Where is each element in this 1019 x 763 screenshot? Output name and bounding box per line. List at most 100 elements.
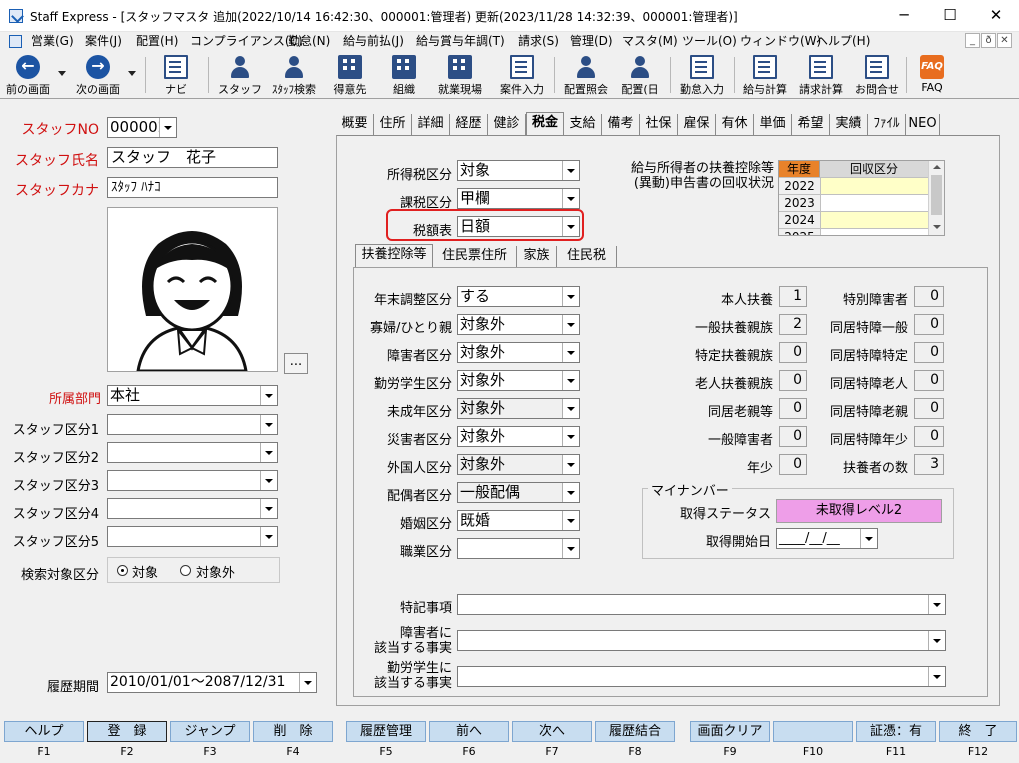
department-combo[interactable]: 本社: [107, 385, 278, 406]
chevron-down-icon[interactable]: [928, 595, 945, 614]
maximize-button[interactable]: ☐: [927, 0, 973, 32]
back-button[interactable]: ← 前の画面: [2, 53, 54, 97]
mynumber-start-date[interactable]: ____/__/__: [776, 528, 878, 549]
navi-button[interactable]: ナビ: [150, 53, 202, 97]
photo-browse-button[interactable]: ...: [284, 353, 308, 374]
faq-button[interactable]: FAQ FAQ: [910, 53, 954, 97]
spouse-combo[interactable]: 一般配偶: [457, 482, 580, 503]
client-button[interactable]: 得意先: [324, 53, 376, 97]
collection-cell[interactable]: [820, 194, 928, 211]
chevron-down-icon[interactable]: [928, 667, 945, 686]
subtab-resident-tax[interactable]: 住民税: [557, 246, 617, 267]
history-period-combo[interactable]: 2010/01/01～2087/12/31: [107, 672, 317, 693]
mdi-restore-button[interactable]: ð: [981, 33, 996, 48]
job-entry-button[interactable]: 案件入力: [494, 53, 550, 97]
chevron-down-icon[interactable]: [562, 539, 579, 558]
menu-assignment[interactable]: 配置(H): [134, 33, 180, 50]
forward-button[interactable]: → 次の画面: [70, 53, 126, 97]
tab-health[interactable]: 健診: [488, 114, 526, 135]
radio-non-target[interactable]: [180, 565, 191, 576]
tab-payment[interactable]: 支給: [564, 114, 602, 135]
tab-details[interactable]: 詳細: [412, 114, 450, 135]
disability-combo[interactable]: 対象外: [457, 342, 580, 363]
chevron-down-icon[interactable]: [159, 118, 176, 137]
scroll-thumb[interactable]: [931, 175, 942, 215]
chevron-down-icon[interactable]: [260, 499, 277, 518]
inquiry-button[interactable]: お問合せ: [850, 53, 904, 97]
tab-files[interactable]: ﾌｧｲﾙ: [868, 114, 906, 135]
chevron-down-icon[interactable]: [562, 161, 579, 180]
collection-cell[interactable]: [820, 211, 928, 228]
tax-class-combo[interactable]: 甲欄: [457, 188, 580, 209]
staff-category-5-combo[interactable]: [107, 526, 278, 547]
scroll-down-icon[interactable]: [933, 225, 941, 229]
collection-cell[interactable]: [820, 177, 928, 194]
close-button[interactable]: ✕: [973, 0, 1019, 32]
menu-attendance[interactable]: 勤怠(N): [286, 33, 332, 50]
f11-voucher-button[interactable]: 証憑：有: [856, 721, 936, 742]
staff-category-3-combo[interactable]: [107, 470, 278, 491]
attendance-entry-button[interactable]: 勤怠入力: [674, 53, 730, 97]
f5-history-button[interactable]: 履歴管理: [346, 721, 426, 742]
staff-category-2-combo[interactable]: [107, 442, 278, 463]
tab-notes[interactable]: 備考: [602, 114, 640, 135]
tab-preference[interactable]: 希望: [792, 114, 830, 135]
f6-previous-button[interactable]: 前へ: [429, 721, 509, 742]
f10-button[interactable]: [773, 721, 853, 742]
chevron-down-icon[interactable]: [260, 443, 277, 462]
tab-paid-leave[interactable]: 有休: [716, 114, 754, 135]
subtab-family[interactable]: 家族: [517, 246, 557, 267]
chevron-down-icon[interactable]: [260, 471, 277, 490]
staff-category-4-combo[interactable]: [107, 498, 278, 519]
chevron-down-icon[interactable]: [260, 527, 277, 546]
billing-button[interactable]: 請求計算: [794, 53, 848, 97]
chevron-down-icon[interactable]: [562, 511, 579, 530]
subtab-registered-address[interactable]: 住民票住所: [433, 246, 517, 267]
staff-no-combo[interactable]: 000002: [107, 117, 177, 138]
menu-payroll[interactable]: 給与賞与年調(T): [414, 33, 507, 50]
workplace-button[interactable]: 就業現場: [432, 53, 488, 97]
tab-overview[interactable]: 概要: [336, 114, 374, 135]
year-end-adjustment-combo[interactable]: する: [457, 286, 580, 307]
chevron-down-icon[interactable]: [299, 673, 316, 692]
f3-jump-button[interactable]: ジャンプ: [170, 721, 250, 742]
chevron-down-icon[interactable]: [260, 386, 277, 405]
tab-results[interactable]: 実績: [830, 114, 868, 135]
staff-name-input[interactable]: スタッフ 花子: [107, 147, 278, 168]
tab-address[interactable]: 住所: [374, 114, 412, 135]
menu-tools[interactable]: ツール(O): [680, 33, 739, 50]
chevron-down-icon[interactable]: [562, 427, 579, 446]
foreigner-combo[interactable]: 対象外: [457, 454, 580, 475]
collection-scrollbar[interactable]: [928, 161, 944, 235]
chevron-down-icon[interactable]: [260, 415, 277, 434]
staff-button[interactable]: スタッフ: [214, 53, 266, 97]
menu-advance-pay[interactable]: 給与前払(J): [341, 33, 406, 50]
chevron-down-icon[interactable]: [562, 217, 579, 236]
chevron-down-icon[interactable]: [562, 483, 579, 502]
tab-employment-insurance[interactable]: 雇保: [678, 114, 716, 135]
collection-cell[interactable]: [820, 228, 928, 235]
tab-tax[interactable]: 税金: [526, 112, 564, 135]
tax-table-combo[interactable]: 日額: [457, 216, 580, 237]
mdi-close-button[interactable]: ✕: [997, 33, 1012, 48]
payroll-button[interactable]: 給与計算: [738, 53, 792, 97]
chevron-down-icon[interactable]: [928, 631, 945, 650]
assignment-inquiry-button[interactable]: 配置照会: [558, 53, 614, 97]
f8-merge-history-button[interactable]: 履歴結合: [595, 721, 675, 742]
menu-jobs[interactable]: 案件(J): [83, 33, 124, 50]
f9-clear-button[interactable]: 画面クリア: [690, 721, 770, 742]
menu-management[interactable]: 管理(D): [568, 33, 615, 50]
f12-exit-button[interactable]: 終 了: [939, 721, 1017, 742]
occupation-combo[interactable]: [457, 538, 580, 559]
f1-help-button[interactable]: ヘルプ: [4, 721, 84, 742]
assignment-daily-button[interactable]: 配置(日: [614, 53, 666, 97]
f7-next-button[interactable]: 次へ: [512, 721, 592, 742]
menu-window[interactable]: ウィンドウ(W): [738, 33, 823, 50]
income-tax-combo[interactable]: 対象: [457, 160, 580, 181]
special-notes-combo[interactable]: [457, 594, 946, 615]
staff-search-button[interactable]: ｽﾀｯﾌ検索: [266, 53, 322, 97]
menu-billing[interactable]: 請求(S): [516, 33, 561, 50]
back-dropdown-icon[interactable]: [58, 71, 66, 76]
scroll-up-icon[interactable]: [933, 165, 941, 169]
chevron-down-icon[interactable]: [562, 371, 579, 390]
